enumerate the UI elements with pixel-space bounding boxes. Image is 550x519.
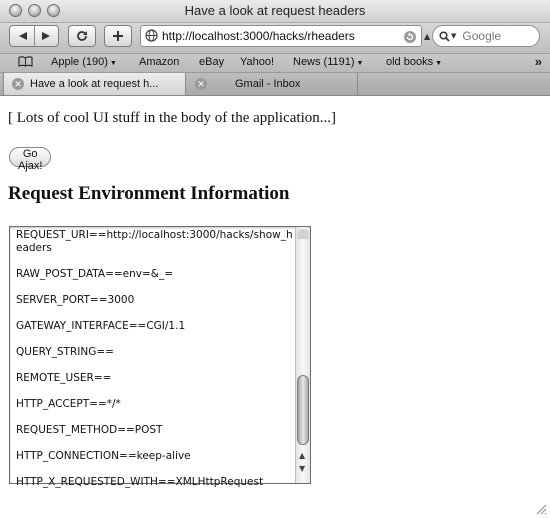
tab-bar: ✕ Have a look at request h... ✕ Gmail - … — [0, 73, 550, 96]
add-bookmark-button[interactable] — [104, 25, 132, 47]
go-ajax-button[interactable]: Go Ajax! — [9, 147, 52, 172]
back-forward-control — [9, 25, 59, 47]
back-arrow-icon[interactable] — [18, 31, 28, 41]
search-input[interactable] — [460, 28, 537, 44]
reload-icon — [76, 30, 88, 42]
env-entry: GATEWAY_INTERFACE==CGI/1.1 — [16, 320, 186, 332]
env-entry: SERVER_PORT==3000 — [16, 294, 135, 306]
bookmark-apple[interactable]: Apple (190) ▼ — [51, 56, 117, 68]
more-bookmarks-icon[interactable]: » — [535, 54, 542, 69]
close-tab-icon[interactable]: ✕ — [12, 78, 24, 90]
bookmark-old-books[interactable]: old books ▼ — [386, 56, 442, 68]
search-menu-caret-icon[interactable]: ▼ — [451, 32, 456, 40]
url-history-caret-icon[interactable]: ▲ — [424, 32, 430, 41]
env-entry: HTTP_ACCEPT==*/* — [16, 398, 121, 410]
tab-label: Gmail - Inbox — [235, 78, 301, 90]
snapback-icon[interactable] — [403, 29, 417, 48]
env-list: REQUEST_URI==http://localhost:3000/hacks… — [16, 229, 294, 502]
bookmarks-bar: Apple (190) ▼ Amazon eBay Yahoo! News (11… — [0, 53, 550, 73]
env-entry: RAW_POST_DATA==env=&_= — [16, 268, 174, 280]
address-bar[interactable]: http://localhost:3000/hacks/rheaders — [140, 25, 422, 47]
globe-icon — [145, 27, 158, 46]
env-entry: REMOTE_USER== — [16, 372, 112, 384]
chevron-down-icon: ▼ — [356, 60, 364, 67]
search-field[interactable]: ▼ — [432, 25, 540, 47]
window-title: Have a look at request headers — [184, 3, 366, 18]
url-text: http://localhost:3000/hacks/rheaders — [162, 29, 355, 43]
env-entry: HTTP_X_REQUESTED_WITH==XMLHttpRequest — [16, 476, 264, 488]
title-bar: Have a look at request headers — [0, 0, 550, 23]
close-tab-icon[interactable]: ✕ — [195, 78, 207, 90]
bookmark-news[interactable]: News (1191) ▼ — [293, 56, 363, 68]
scroll-up-arrow-icon[interactable]: ▲ — [299, 451, 305, 460]
intro-text: [ Lots of cool UI stuff in the body of t… — [8, 110, 336, 126]
env-entry: QUERY_STRING== — [16, 346, 114, 358]
toolbar: http://localhost:3000/hacks/rheaders ▲ ▼ — [0, 23, 550, 53]
search-icon — [439, 27, 450, 46]
tab-gmail[interactable]: ✕ Gmail - Inbox — [187, 73, 358, 95]
vertical-scrollbar[interactable]: ▲ ▼ — [295, 227, 310, 483]
scroll-thumb[interactable] — [297, 375, 309, 445]
section-title: Request Environment Information — [8, 183, 290, 204]
forward-arrow-icon[interactable] — [41, 31, 51, 41]
chevron-down-icon: ▼ — [109, 60, 117, 67]
tab-request-headers[interactable]: ✕ Have a look at request h... — [3, 73, 186, 95]
env-entry: REQUEST_METHOD==POST — [16, 424, 163, 436]
env-entry: REQUEST_URI==http://localhost:3000/hacks… — [16, 229, 293, 254]
resize-grip-icon[interactable] — [535, 500, 547, 515]
env-entry: HTTP_CONNECTION==keep-alive — [16, 450, 191, 462]
bookmark-amazon[interactable]: Amazon — [139, 56, 179, 68]
bookmark-ebay[interactable]: eBay — [199, 56, 224, 68]
env-info-textarea[interactable]: REQUEST_URI==http://localhost:3000/hacks… — [9, 226, 311, 488]
plus-icon — [112, 30, 124, 42]
bookmark-yahoo[interactable]: Yahoo! — [240, 56, 274, 68]
chevron-down-icon: ▼ — [435, 60, 443, 67]
open-book-icon[interactable] — [18, 56, 33, 70]
reload-button[interactable] — [68, 25, 96, 47]
tab-label: Have a look at request h... — [30, 78, 159, 90]
scroll-down-arrow-icon[interactable]: ▼ — [299, 464, 305, 473]
